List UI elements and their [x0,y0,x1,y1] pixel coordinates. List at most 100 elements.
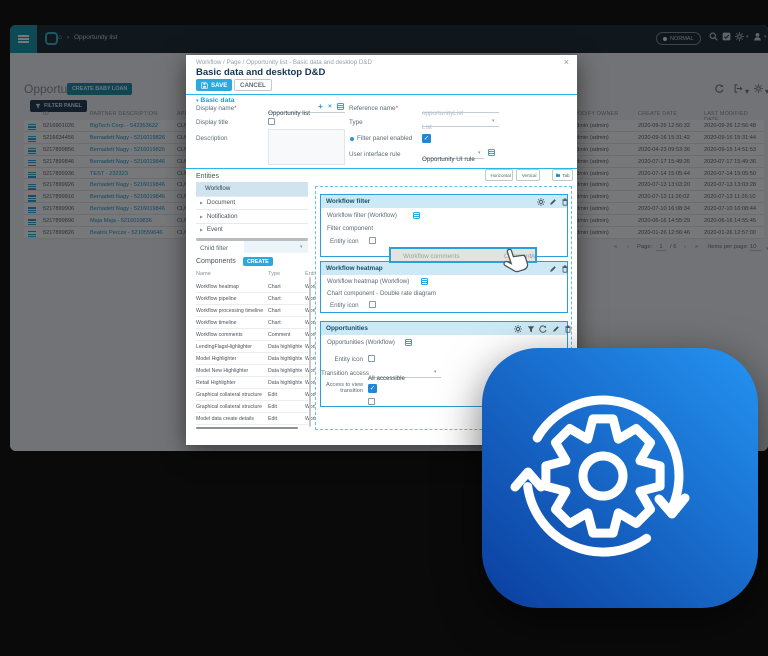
component-row[interactable]: Workflow heatmap Chart Workflow [196,281,308,293]
comp-header-type: Type [268,271,280,277]
entity-icon-label: Entity icon [330,302,359,309]
expand-caret-icon[interactable]: ▶ [200,227,203,232]
add-icon[interactable]: + [318,102,323,111]
panel-delete-icon[interactable] [561,265,569,273]
component-row[interactable]: Workflow comments Comment Workflow [196,329,308,341]
component-row[interactable]: Retail Highlighter Data highlighter Work… [196,377,308,389]
entity-item[interactable]: ▶Document [196,196,308,210]
component-row[interactable]: Workflow pipeline Chart Workflow [196,293,308,305]
header-divider [186,94,577,96]
component-row[interactable]: Model New Highlighter Data highlighter W… [196,365,308,377]
component-name: Workflow pipeline [196,296,237,302]
ui-rule-list-icon[interactable] [488,149,495,156]
components-vscrollbar[interactable] [309,277,311,427]
component-name: Model New Highlighter [196,368,248,374]
component-row[interactable]: Model data create details Edit Workflow [196,413,308,425]
components-hscrollbar[interactable] [196,427,298,430]
workflow-heatmap-panel: Workflow heatmap Workflow heatmap (Workf… [320,261,568,313]
ui-rule-caret-icon: ▾ [478,150,481,156]
extra-checkbox[interactable] [368,398,375,405]
component-row[interactable]: Graphical collateral structure Edit Work… [196,389,308,401]
type-select[interactable]: List ▾ [422,116,499,127]
child-filter-caret-icon: ▾ [300,244,303,250]
reference-name-input[interactable]: opportunityList [422,102,499,113]
entity-icon-checkbox[interactable] [369,301,376,308]
workflow-filter-header[interactable]: Workflow filter [321,195,567,208]
display-name-label: Display name* [196,105,237,112]
tab-layout-icon [556,172,561,178]
layout-tab-button[interactable]: Tab [552,169,573,181]
description-label: Description [196,135,228,142]
entity-icon-checkbox[interactable] [368,355,375,362]
panel-delete-icon[interactable] [561,198,569,206]
component-type: Chart [268,296,281,302]
heatmap-ref-list-icon[interactable] [421,278,428,285]
section-caret-icon: ▾ [196,98,199,104]
expand-caret-icon[interactable]: ▶ [200,214,203,219]
panel-gear-icon[interactable] [537,198,545,206]
entity-item[interactable]: ▶Event [196,223,308,237]
panel-delete-icon[interactable] [564,325,572,333]
entity-icon-label: Entity icon [321,356,363,363]
component-name: Workflow processing timeline [196,308,263,314]
entity-item-workflow-selected[interactable]: Workflow [196,182,308,196]
component-type: Data highlighter [268,380,302,386]
workflow-heatmap-header[interactable]: Workflow heatmap [321,262,567,275]
close-icon[interactable]: × [564,57,569,67]
modal-title: Basic data and desktop D&D [196,67,325,78]
component-name: Retail Highlighter [196,380,236,386]
save-button[interactable]: SAVE [196,79,232,91]
section-basic-data[interactable]: ▾ Basic data [196,97,234,104]
entity-icon-label: Entity icon [330,238,359,245]
component-type: Data highlighter [268,344,302,350]
panel-sync-icon[interactable] [539,325,547,333]
component-row[interactable]: Model Highlighter Data highlighter Workf… [196,353,308,365]
filter-ref-list-icon[interactable] [413,212,420,219]
component-row[interactable]: Workflow processing timeline Chart Workf… [196,305,308,317]
child-filter-select[interactable]: ▾ [244,241,308,253]
type-label: Type [349,119,363,126]
layout-vertical-button[interactable]: Vertical [516,169,540,181]
display-title-checkbox[interactable] [268,118,275,125]
type-caret-icon: ▾ [492,118,495,124]
child-filter-label: Child filter [200,245,228,252]
component-type: Edit [268,392,277,398]
description-textarea[interactable] [268,129,345,165]
panel-edit-icon[interactable] [552,325,560,333]
display-name-input[interactable]: Opportunity list + × [268,102,345,113]
panel-filter-icon[interactable] [527,325,535,333]
component-type: Chart [268,308,281,314]
component-name: Workflow timeline [196,320,237,326]
display-title-label: Display title [196,119,228,126]
modal-breadcrumb: Workflow / Page / Opportunity list - Bas… [196,59,372,66]
filter-panel-checkbox[interactable]: ✓ [422,134,431,143]
floppy-icon [201,82,208,89]
component-row[interactable]: LendingFlagsHighlighter Data highlighter… [196,341,308,353]
component-type: Comment [268,332,291,338]
entity-icon-checkbox[interactable] [369,237,376,244]
panel-edit-icon[interactable] [549,198,557,206]
component-row[interactable]: Graphical collateral structure Edit Work… [196,401,308,413]
panel-gear-icon[interactable] [514,325,522,333]
component-type: Chart [268,284,281,290]
access-to-view-checkbox[interactable]: ✓ [368,384,377,393]
opportunities-component-ref: Opportunities (Workflow) [327,339,395,346]
open-list-icon[interactable] [337,103,344,110]
ui-rule-select[interactable]: Opportunity UI rule ▾ [422,148,484,159]
info-dot-icon [350,137,354,141]
create-component-button[interactable]: CREATE [243,257,273,266]
clear-icon[interactable]: × [328,103,332,110]
components-list: Workflow heatmap Chart Workflow Workflow… [196,281,308,425]
transition-access-select[interactable]: All accessible ▾ [368,367,441,378]
opportunities-ref-list-icon[interactable] [405,339,412,346]
component-row[interactable]: Workflow timeline Chart Workflow [196,317,308,329]
layout-horizontal-button[interactable]: Horizontal [485,169,513,181]
cancel-button[interactable]: CANCEL [234,79,272,91]
expand-caret-icon[interactable]: ▶ [200,200,203,205]
opportunities-header[interactable]: Opportunities [321,322,567,335]
entity-item[interactable]: ▶Notification [196,209,308,223]
panel-edit-icon[interactable] [549,265,557,273]
component-name: Workflow heatmap [196,284,239,290]
drag-entity: Workflow [530,253,537,260]
filter-panel-enabled-label: Filter panel enabled [357,135,412,142]
